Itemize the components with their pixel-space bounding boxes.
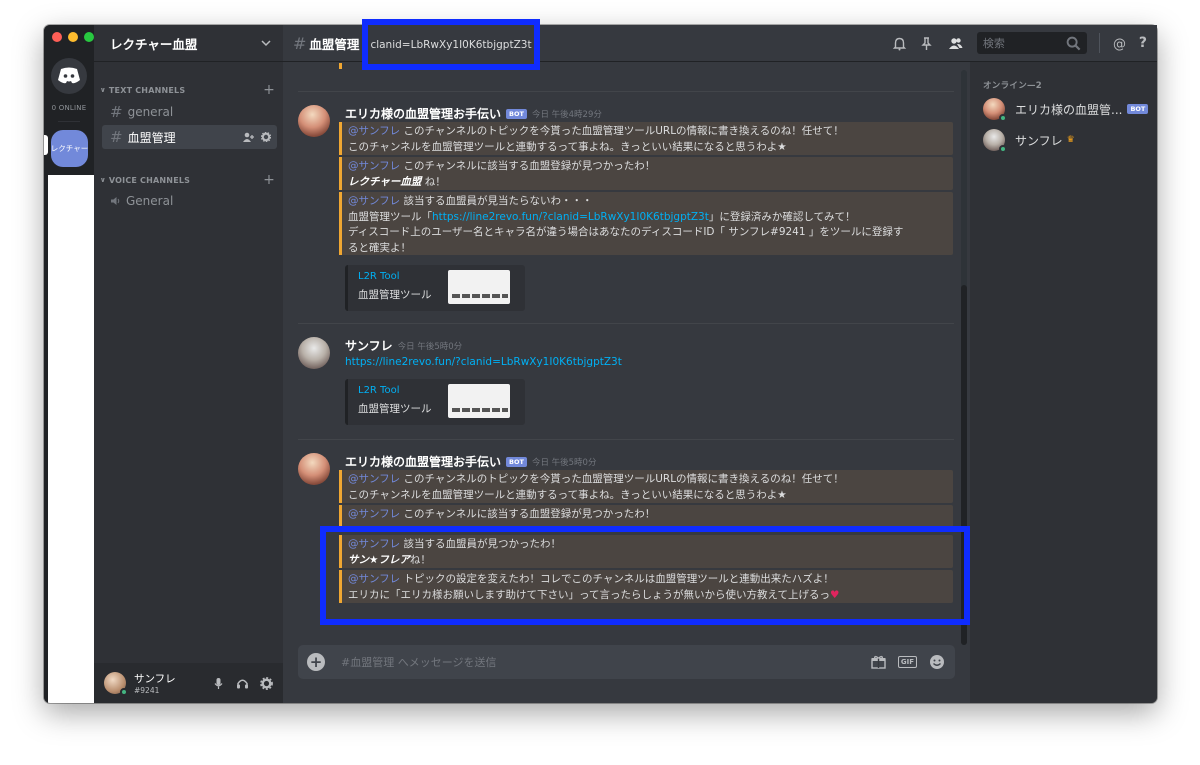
close-window-button[interactable]	[52, 32, 62, 42]
chevron-down-icon	[261, 40, 271, 47]
search-input[interactable]: 検索	[976, 32, 1087, 54]
invite-user-icon[interactable]	[243, 132, 255, 142]
window-controls	[52, 32, 94, 42]
microphone-icon[interactable]	[212, 677, 225, 690]
avatar[interactable]	[104, 672, 128, 696]
bot-badge: BOT	[1127, 104, 1149, 114]
discord-window: 0 ONLINE レクチャー レクチャー血盟 ∨ TEXT CHANNELS +…	[44, 25, 1157, 703]
gear-icon[interactable]	[261, 132, 271, 142]
channel-label: General	[126, 194, 174, 208]
svg-text:@: @	[1113, 37, 1126, 51]
hash-icon: #	[110, 103, 123, 121]
online-status-icon	[120, 688, 128, 696]
channel-label: 血盟管理	[127, 130, 176, 145]
header-divider	[1098, 33, 1100, 53]
pin-icon[interactable]	[919, 36, 934, 51]
category-voice-channels[interactable]: ∨ VOICE CHANNELS +	[100, 173, 275, 187]
user-tag: #9241	[134, 686, 160, 695]
channel-header: # 血盟管理 clanid=LbRwXy1I0K6tbjgptZ3t 検索 @ …	[283, 19, 1157, 70]
active-guild-indicator	[44, 135, 48, 155]
user-name: サンフレ	[134, 673, 176, 685]
minimize-window-button[interactable]	[68, 32, 78, 42]
guild-list-blank-area	[48, 175, 94, 703]
channel-clan-management[interactable]: # 血盟管理	[102, 125, 277, 149]
search-placeholder: 検索	[982, 37, 1005, 50]
crown-icon: ♛	[1066, 135, 1075, 145]
channel-sidebar: レクチャー血盟 ∨ TEXT CHANNELS + # general # 血盟…	[94, 25, 283, 703]
maximize-window-button[interactable]	[84, 32, 94, 42]
mentions-at-icon[interactable]: @	[1112, 36, 1127, 51]
online-status-icon	[999, 145, 1007, 153]
search-icon	[1066, 36, 1081, 50]
member-group-header: オンライン—2	[983, 81, 1043, 91]
category-text-channels[interactable]: ∨ TEXT CHANNELS +	[100, 83, 275, 97]
caret-down-icon: ∨	[100, 86, 106, 94]
channel-general[interactable]: # general	[102, 100, 277, 124]
guild-icon-lecture[interactable]: レクチャー	[51, 130, 88, 167]
add-channel-icon[interactable]: +	[263, 83, 275, 97]
channel-label: general	[127, 105, 174, 119]
discord-logo-icon	[58, 67, 80, 84]
channel-topic[interactable]: clanid=LbRwXy1I0K6tbjgptZ3t	[362, 19, 540, 70]
avatar	[983, 129, 1007, 153]
voice-channel-general[interactable]: General	[102, 189, 277, 213]
category-label: TEXT CHANNELS	[108, 85, 186, 95]
help-icon[interactable]: ?	[1139, 35, 1147, 51]
notification-bell-icon[interactable]	[892, 36, 907, 51]
add-channel-icon[interactable]: +	[263, 173, 275, 187]
server-name: レクチャー血盟	[110, 36, 198, 52]
member-name: サンフレ	[1015, 133, 1063, 148]
caret-down-icon: ∨	[100, 176, 106, 184]
member-list: オンライン—2 エリカ様の血盟管... BOT サンフレ ♛	[970, 62, 1157, 703]
member-item-sanfure[interactable]: サンフレ ♛	[983, 129, 1075, 153]
member-name: エリカ様の血盟管...	[1015, 102, 1123, 117]
member-item-erika-bot[interactable]: エリカ様の血盟管... BOT	[983, 98, 1149, 122]
online-count: 0 ONLINE	[51, 104, 87, 112]
server-list: 0 ONLINE レクチャー	[44, 25, 94, 703]
category-label: VOICE CHANNELS	[108, 175, 191, 185]
hash-icon: #	[110, 128, 123, 146]
guild-separator	[58, 121, 80, 122]
hash-icon: #	[293, 33, 307, 53]
headphones-icon[interactable]	[236, 677, 249, 690]
user-panel: サンフレ #9241	[94, 663, 283, 703]
channel-title: 血盟管理	[309, 36, 360, 52]
server-header[interactable]: レクチャー血盟	[94, 25, 283, 62]
member-list-icon[interactable]	[946, 36, 965, 51]
discord-home-button[interactable]	[51, 58, 87, 94]
speaker-icon	[111, 197, 120, 205]
avatar	[983, 98, 1007, 122]
settings-gear-icon[interactable]	[260, 676, 273, 690]
online-status-icon	[999, 114, 1007, 122]
